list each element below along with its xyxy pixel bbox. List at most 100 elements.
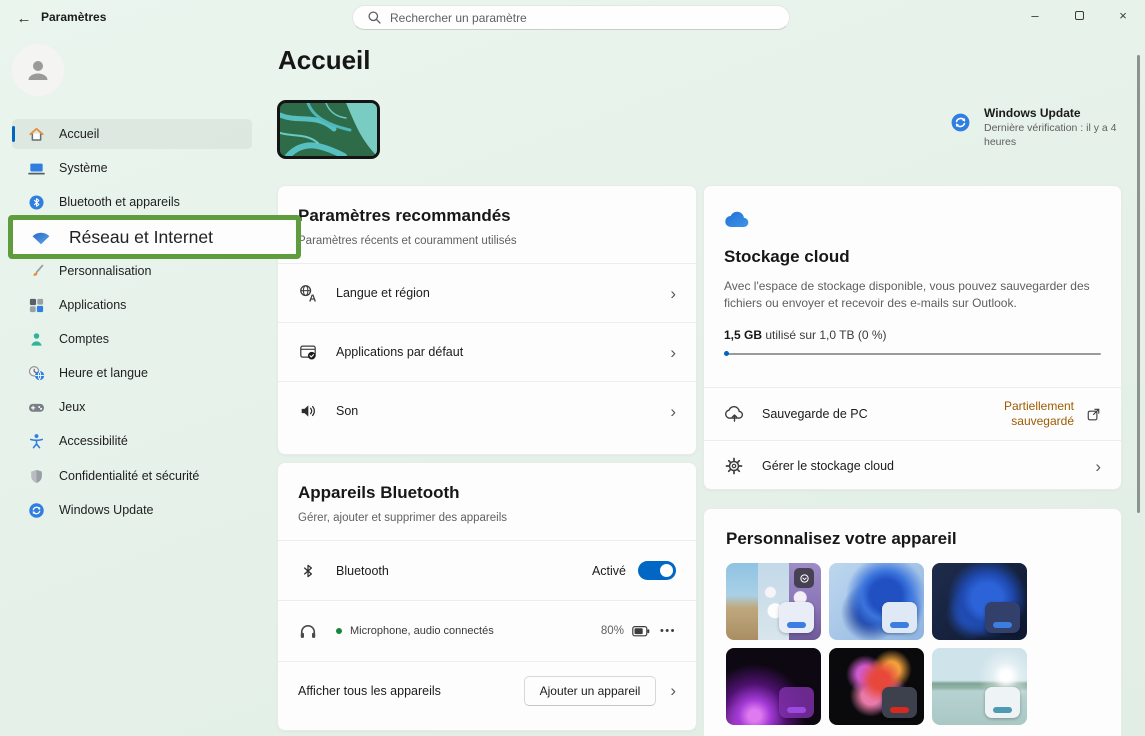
recommended-subtitle: Paramètres récents et couramment utilisé…	[298, 235, 676, 247]
bluetooth-card-title: Appareils Bluetooth	[298, 483, 676, 503]
page-title: Accueil	[278, 45, 371, 76]
windows-update-status-icon	[950, 112, 971, 133]
bluetooth-devices-card: Appareils Bluetooth Gérer, ajouter et su…	[277, 462, 697, 731]
battery-icon	[632, 625, 650, 638]
search-input[interactable]	[390, 11, 779, 25]
windows-update-icon	[28, 502, 45, 519]
cloud-icon	[724, 208, 751, 228]
more-options-button[interactable]: •••	[660, 625, 676, 637]
manage-cloud-storage-row[interactable]: Gérer le stockage cloud ›	[704, 440, 1121, 490]
default-apps-icon	[298, 343, 318, 361]
sidebar-item-accessibilite[interactable]: Accessibilité	[12, 426, 252, 456]
back-button[interactable]: ←	[12, 8, 36, 28]
theme3-preview-card	[985, 602, 1020, 633]
theme-thumbnail-2[interactable]	[829, 563, 924, 640]
home-icon	[28, 126, 45, 143]
sidebar-item-confidentialite[interactable]: Confidentialité et sécurité	[12, 461, 252, 491]
theme-thumbnail-1[interactable]	[726, 563, 821, 640]
maximize-button[interactable]	[1057, 0, 1101, 30]
storage-progress-fill	[724, 351, 729, 356]
system-icon	[28, 160, 45, 177]
minimize-button[interactable]: –	[1013, 0, 1057, 30]
bluetooth-toggle[interactable]	[638, 561, 676, 580]
gaming-icon	[28, 399, 45, 416]
accessibility-icon	[28, 433, 45, 450]
add-device-button[interactable]: Ajouter un appareil	[524, 676, 657, 706]
chevron-right-icon: ›	[670, 682, 676, 699]
apps-icon	[28, 297, 45, 314]
row-son[interactable]: Son ›	[278, 381, 696, 440]
cloud-description: Avec l'espace de stockage disponible, vo…	[724, 278, 1104, 313]
search-box[interactable]	[352, 5, 790, 30]
annotation-box-reseau-et-internet[interactable]: Réseau et Internet	[8, 215, 301, 259]
svg-text:A: A	[308, 293, 316, 303]
theme-thumbnail-3[interactable]	[932, 563, 1027, 640]
row-langue-et-region[interactable]: A Langue et région ›	[278, 263, 696, 322]
device-status-text: Microphone, audio connectés	[350, 625, 494, 637]
row-applications-par-defaut[interactable]: Applications par défaut ›	[278, 322, 696, 381]
sidebar-item-heure-langue[interactable]: Heure et langue	[12, 358, 252, 388]
external-link-icon	[1086, 407, 1101, 422]
cloud-title: Stockage cloud	[724, 247, 1101, 267]
sidebar-item-bluetooth[interactable]: Bluetooth et appareils	[12, 187, 252, 217]
sidebar-item-reseau-label: Réseau et Internet	[69, 227, 213, 248]
theme6-preview-card	[985, 687, 1020, 718]
app-title: Paramètres	[41, 10, 106, 24]
sidebar-item-jeux[interactable]: Jeux	[12, 392, 252, 422]
cloud-backup-icon	[724, 405, 744, 424]
chevron-right-icon: ›	[670, 285, 676, 302]
search-icon	[367, 10, 382, 25]
chevron-right-icon: ›	[670, 403, 676, 420]
manage-cloud-label: Gérer le stockage cloud	[762, 459, 894, 473]
storage-usage: 1,5 GB utilisé sur 1,0 TB (0 %)	[724, 328, 1101, 342]
update-status-subtitle: Dernière vérification : il y a 4 heures	[984, 122, 1126, 149]
time-language-icon	[28, 365, 45, 382]
backup-status-text: Partiellement sauvegardé	[982, 399, 1074, 429]
spotlight-icon	[794, 568, 814, 588]
pc-backup-label: Sauvegarde de PC	[762, 407, 868, 421]
recommended-title: Paramètres recommandés	[298, 206, 676, 226]
bluetooth-card-subtitle: Gérer, ajouter et supprimer des appareil…	[298, 512, 676, 524]
bluetooth-icon	[28, 194, 45, 211]
sidebar-item-systeme[interactable]: Système	[12, 153, 252, 183]
cloud-storage-card: Stockage cloud Avec l'espace de stockage…	[703, 185, 1122, 490]
close-button[interactable]: ×	[1101, 0, 1145, 30]
vertical-scrollbar[interactable]	[1137, 55, 1140, 513]
personalization-icon	[28, 263, 45, 280]
recommended-settings-card: Paramètres recommandés Paramètres récent…	[277, 185, 697, 455]
avatar[interactable]	[12, 44, 64, 96]
settings-window: ← Paramètres – × Accueil Système Bluetoo…	[0, 0, 1145, 736]
theme4-preview-card	[779, 687, 814, 718]
theme2-preview-card	[882, 602, 917, 633]
chevron-right-icon: ›	[1095, 458, 1101, 475]
theme5-preview-card	[882, 687, 917, 718]
sidebar-item-personnalisation[interactable]: Personnalisation	[12, 256, 252, 286]
sidebar-item-applications[interactable]: Applications	[12, 290, 252, 320]
windows-update-status[interactable]: Windows Update Dernière vérification : i…	[950, 106, 1130, 149]
bluetooth-rune-icon	[298, 563, 318, 579]
bluetooth-state-text: Activé	[592, 564, 626, 578]
personalize-title: Personnalisez votre appareil	[704, 509, 1121, 549]
connected-status-dot	[336, 628, 342, 634]
theme-grid	[726, 563, 1099, 725]
theme-thumbnail-5[interactable]	[829, 648, 924, 725]
theme-thumbnail-6[interactable]	[932, 648, 1027, 725]
view-all-devices-link[interactable]: Afficher tous les appareils	[298, 684, 441, 698]
sidebar-item-comptes[interactable]: Comptes	[12, 324, 252, 354]
sidebar-item-windows-update[interactable]: Windows Update	[12, 495, 252, 525]
window-controls: – ×	[1013, 0, 1145, 30]
gear-icon	[724, 457, 744, 475]
bluetooth-device-row[interactable]: Microphone, audio connectés 80% •••	[278, 600, 696, 661]
sidebar-item-accueil[interactable]: Accueil	[12, 119, 252, 149]
bluetooth-footer-row[interactable]: Afficher tous les appareils Ajouter un a…	[278, 661, 696, 719]
sound-icon	[298, 402, 318, 420]
theme1-preview-card	[779, 602, 814, 633]
accounts-icon	[28, 331, 45, 348]
bluetooth-label: Bluetooth	[336, 564, 389, 578]
headphones-icon	[298, 620, 318, 642]
battery-percent: 80%	[601, 625, 624, 637]
privacy-shield-icon	[28, 468, 45, 485]
theme-thumbnail-4[interactable]	[726, 648, 821, 725]
storage-progress-bar	[724, 353, 1101, 355]
pc-backup-row[interactable]: Sauvegarde de PC Partiellement sauvegard…	[704, 387, 1121, 440]
